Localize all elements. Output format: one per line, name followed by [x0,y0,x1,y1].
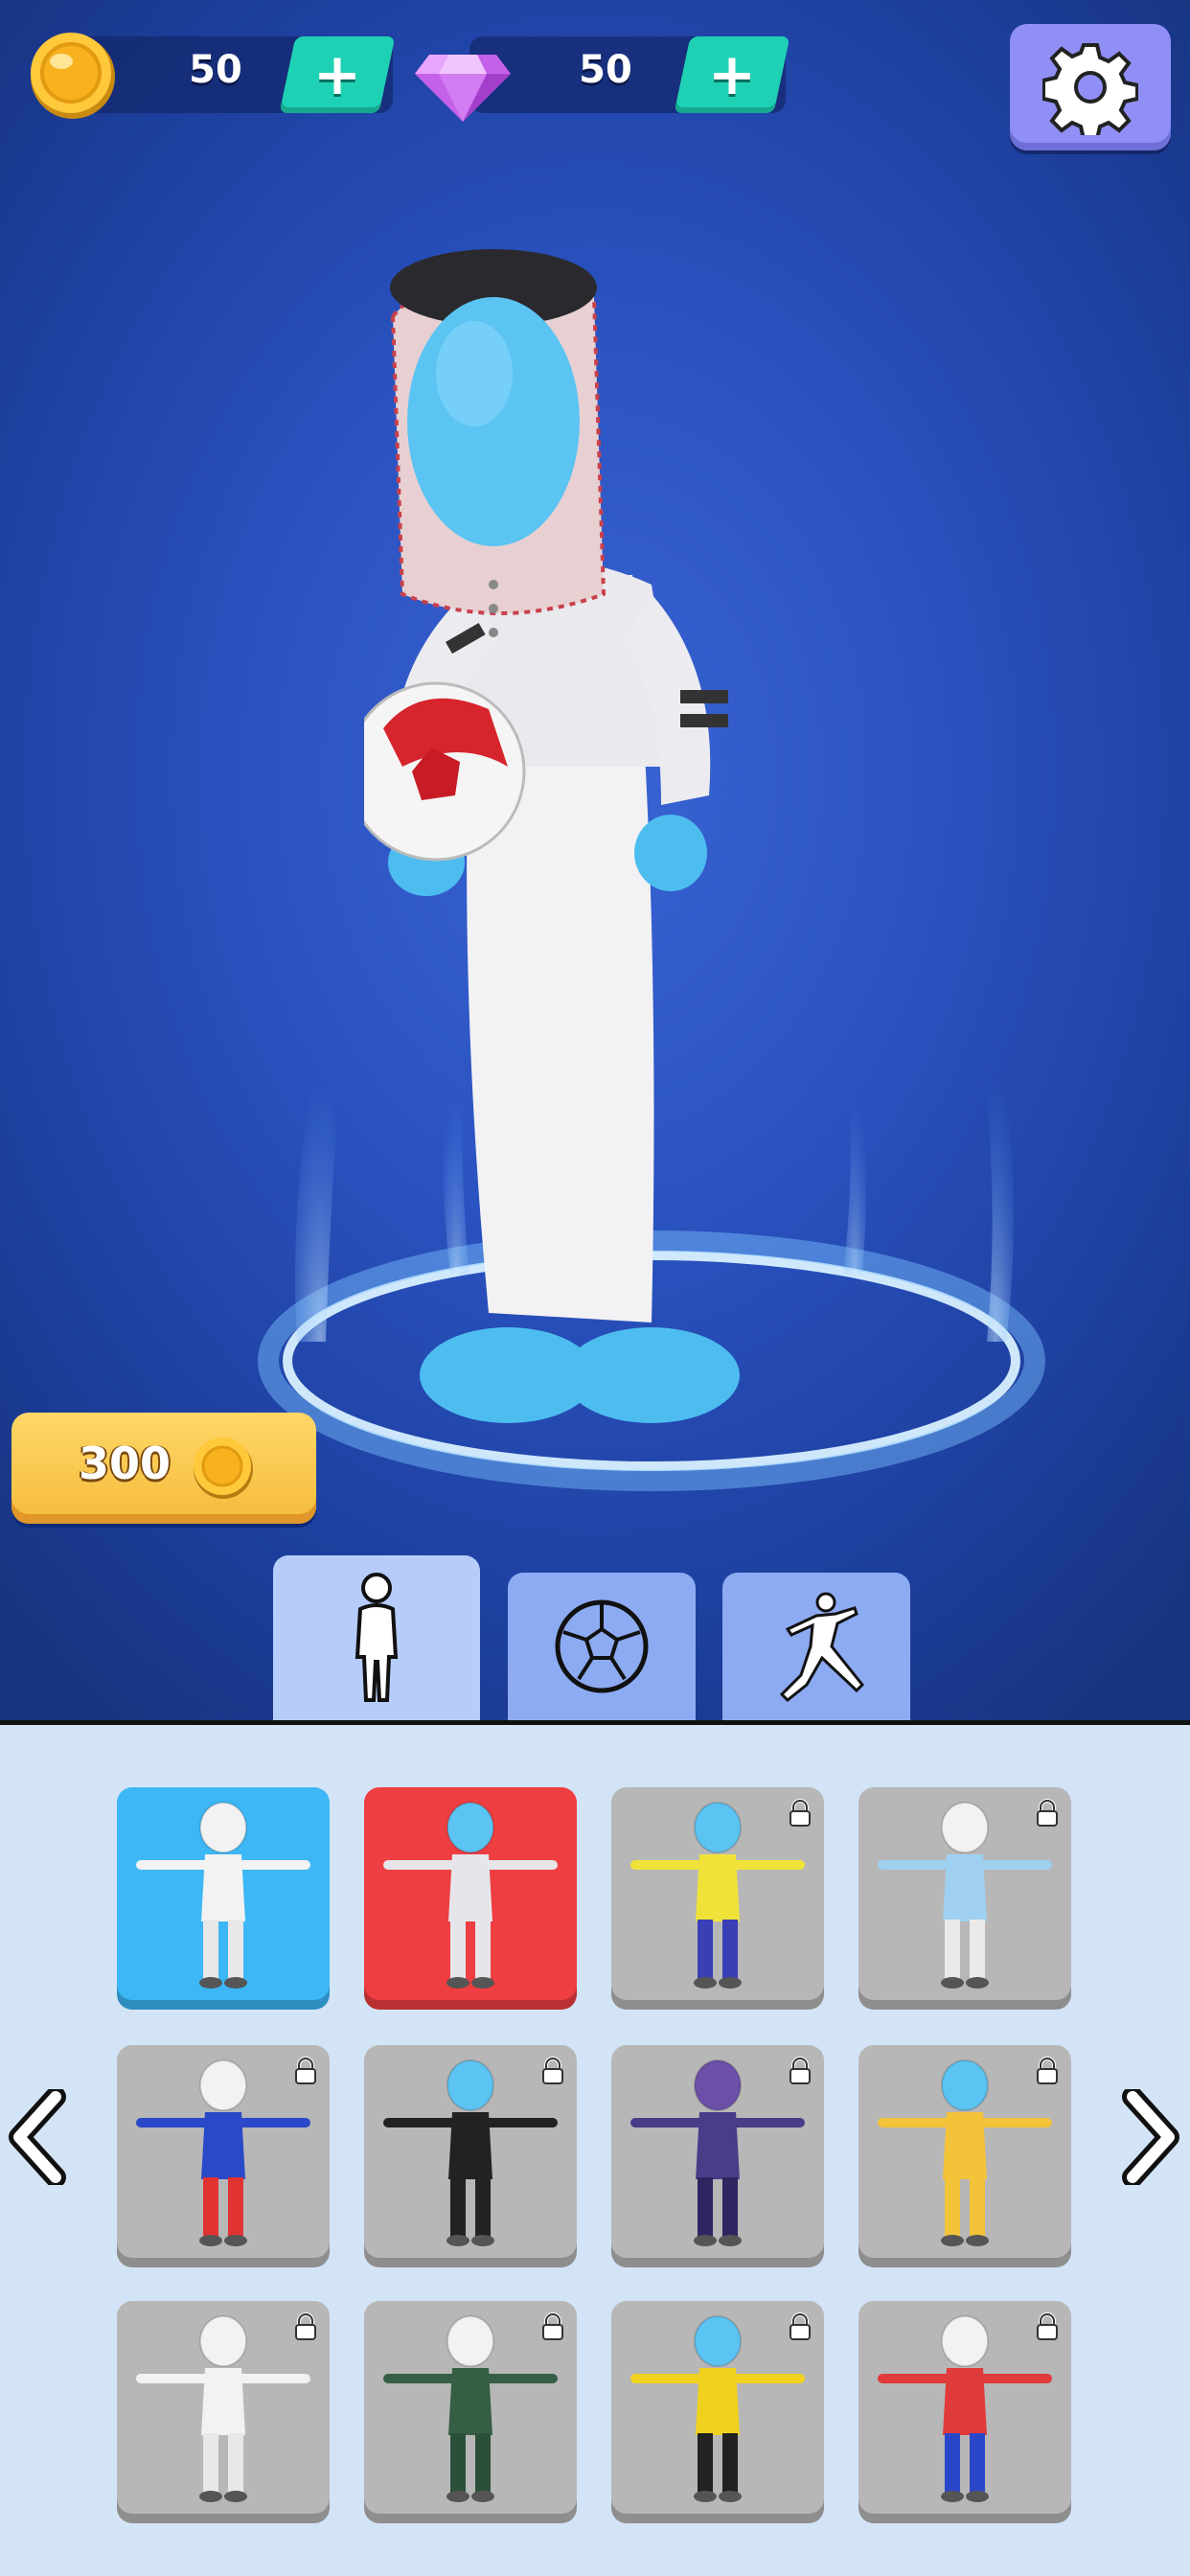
gem-counter: 50 + [469,36,790,113]
skin-card-king[interactable] [117,2301,330,2523]
price-amount: 300 [79,1438,172,1489]
gem-value: 50 [579,48,632,92]
skin-card-striped-kit[interactable] [611,2301,824,2523]
lock-icon [790,2057,811,2084]
skin-card-super-hero[interactable] [117,2045,330,2267]
add-gems-button[interactable]: + [674,36,790,113]
gem-icon [415,55,511,122]
skin-card-tracksuit[interactable] [364,2301,577,2523]
add-coins-button[interactable]: + [279,36,396,113]
buy-skin-button[interactable]: 300 [11,1413,316,1524]
coin-value: 50 [189,48,242,92]
coin-icon [194,1438,253,1499]
coin-icon [31,33,115,119]
lock-icon [542,2057,563,2084]
lock-icon [295,2057,316,2084]
lock-icon [790,1799,811,1827]
settings-button[interactable] [1010,24,1171,150]
lock-icon [1037,1799,1058,1827]
prev-page-arrow[interactable] [8,2089,69,2185]
skin-card-sky-kit[interactable] [858,1787,1071,2010]
skin-card-plumber[interactable] [858,2301,1071,2523]
preview-stage: 50 + 50 + 300 [0,0,1190,1720]
lock-icon [1037,2057,1058,2084]
lock-icon [542,2312,563,2340]
next-page-arrow[interactable] [1119,2089,1180,2185]
tab-ball[interactable] [508,1573,696,1720]
skin-card-spiky-hair[interactable] [611,2045,824,2267]
skin-card-agent[interactable] [364,2045,577,2267]
kick-pose-icon [779,1592,865,1703]
lock-icon [295,2312,316,2340]
tab-character[interactable] [273,1555,480,1720]
skin-card-yellow-kit[interactable] [611,1787,824,2010]
person-icon [355,1573,399,1702]
skin-card-thobe[interactable] [364,1787,577,2010]
skin-card-basketball[interactable] [858,2045,1071,2267]
gear-icon [1042,43,1138,135]
skin-figure [136,1802,310,1989]
lock-icon [1037,2312,1058,2340]
skin-figure [383,1802,558,1989]
lock-icon [790,2312,811,2340]
character-preview [364,249,740,1423]
soccer-ball-icon [555,1599,649,1693]
tab-kick[interactable] [722,1573,910,1720]
skin-card-white-basic[interactable] [117,1787,330,2010]
